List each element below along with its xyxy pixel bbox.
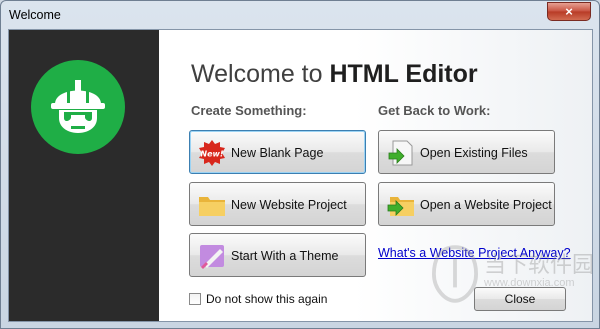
back-section-label: Get Back to Work: xyxy=(378,103,491,118)
do-not-show-checkbox[interactable]: Do not show this again xyxy=(189,292,327,306)
close-button[interactable]: Close xyxy=(474,287,566,311)
helmet-logo xyxy=(31,60,125,154)
new-website-project-label: New Website Project xyxy=(231,198,347,212)
checkbox-box[interactable] xyxy=(189,293,201,305)
do-not-show-label: Do not show this again xyxy=(206,292,328,306)
create-section-label: Create Something: xyxy=(191,103,307,118)
start-with-theme-button[interactable]: Start With a Theme xyxy=(189,233,366,277)
title-bar: Welcome × xyxy=(1,1,599,29)
open-website-project-button[interactable]: Open a Website Project xyxy=(378,182,555,226)
page-title: Welcome to HTML Editor xyxy=(191,60,478,89)
main-panel: Welcome to HTML Editor Create Something:… xyxy=(159,30,595,321)
heading-prefix: Welcome to xyxy=(191,60,330,88)
open-website-project-label: Open a Website Project xyxy=(420,198,552,212)
new-badge-text: New! xyxy=(200,150,224,159)
dialog-client: Welcome to HTML Editor Create Something:… xyxy=(8,29,595,322)
open-existing-files-button[interactable]: Open Existing Files xyxy=(378,130,555,174)
theme-brush-icon xyxy=(200,245,224,269)
new-blank-page-button[interactable]: New! New Blank Page xyxy=(189,130,366,174)
welcome-window: Welcome × Welcome to HTML Editor Create … xyxy=(0,0,600,329)
watermark-text: 当下软件园 xyxy=(484,252,595,277)
open-file-arrow-icon xyxy=(388,140,413,166)
watermark-logo-icon xyxy=(432,245,478,303)
start-with-theme-label: Start With a Theme xyxy=(231,249,339,263)
window-title: Welcome xyxy=(9,8,61,22)
open-folder-arrow-icon xyxy=(387,197,414,216)
new-badge-icon: New! xyxy=(199,140,225,166)
new-website-project-button[interactable]: New Website Project xyxy=(189,182,366,226)
sidebar xyxy=(9,30,159,321)
new-blank-page-label: New Blank Page xyxy=(231,146,324,160)
folder-icon xyxy=(199,197,225,216)
open-existing-files-label: Open Existing Files xyxy=(420,146,528,160)
window-close-button[interactable]: × xyxy=(547,2,591,21)
heading-app-name: HTML Editor xyxy=(329,60,478,88)
